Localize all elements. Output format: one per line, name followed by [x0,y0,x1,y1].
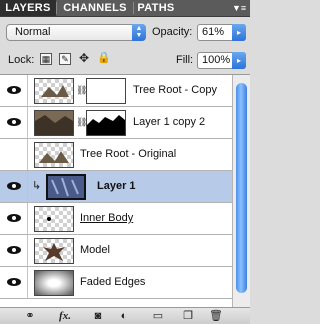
fill-dropdown-icon[interactable]: ▸ [232,52,246,69]
figure-thumbnail-icon [43,243,65,261]
clipping-arrow-icon: ↳ [32,180,42,192]
lock-transparent-pixels-icon[interactable]: ▦ [40,53,52,65]
layer-name: Inner Body [80,212,134,224]
add-mask-icon[interactable]: ◙ [90,309,106,323]
eye-icon [7,246,21,254]
lock-all-icon[interactable]: 🔒 [97,53,111,65]
opacity-field[interactable]: 61% ▸ [197,24,246,41]
texture-thumbnail-icon [48,176,84,198]
visibility-toggle[interactable] [0,203,28,234]
tree-root-thumbnail-icon [39,151,69,163]
visibility-toggle[interactable] [0,235,28,266]
layer-row[interactable]: Tree Root - Original [0,139,232,171]
layer-thumbnail [46,174,86,200]
layers-scrollbar[interactable] [232,75,250,307]
layer-name: Layer 1 [97,180,136,192]
lock-label: Lock: [8,54,35,66]
link-layers-icon[interactable]: ⚭ [22,309,38,323]
layer-mask-thumbnail[interactable] [86,78,126,104]
eye-icon [7,118,21,126]
dot-thumbnail-icon [47,217,51,221]
layers-bottom-toolbar: ⚭ fx. ◙ ◐ ▭ ❐ 🗑 [0,307,250,324]
select-arrows-icon: ▲ ▼ [132,24,146,41]
textured-thumbnail-icon [35,111,73,135]
layer-thumbnail [34,78,74,104]
visibility-toggle[interactable] [0,267,28,298]
layer-mask-thumbnail[interactable] [86,110,126,136]
tab-layers[interactable]: LAYERS [0,0,56,16]
visibility-toggle[interactable] [0,107,28,138]
opacity-dropdown-icon[interactable]: ▸ [232,24,246,41]
new-group-icon[interactable]: ▭ [150,309,166,323]
lock-image-pixels-icon[interactable]: ✎ [59,53,71,65]
eye-icon [7,214,21,222]
opacity-label: Opacity: [152,26,193,38]
lock-position-icon[interactable]: ✥ [78,52,90,65]
layer-name: Tree Root - Copy [133,84,217,96]
layer-name: Tree Root - Original [80,148,177,160]
layer-row[interactable]: Model [0,235,232,267]
visibility-toggle[interactable] [0,75,28,106]
scrollbar-thumb[interactable] [236,83,247,293]
layer-row-selected[interactable]: ↳ Layer 1 [0,171,232,203]
layer-name: Layer 1 copy 2 [133,116,206,128]
visibility-toggle[interactable] [0,171,28,202]
layers-list: ⛓ Tree Root - Copy ⛓ Layer 1 copy 2 Tree… [0,75,232,307]
layer-row[interactable]: ⛓ Tree Root - Copy [0,75,232,107]
trash-icon[interactable]: 🗑 [208,309,224,323]
layer-thumbnail [34,142,74,168]
layer-thumbnail [34,270,74,296]
blend-mode-value: Normal [15,26,51,38]
visibility-toggle[interactable] [0,139,28,170]
fill-label: Fill: [176,54,194,66]
fx-icon[interactable]: fx. [55,309,75,323]
eye-icon [7,86,21,94]
tree-root-thumbnail-icon [41,85,69,97]
layer-thumbnail [34,238,74,264]
panel-tab-bar: LAYERS CHANNELS PATHS ▼≡ [0,0,250,17]
adjustment-layer-icon[interactable]: ◐ [116,309,132,323]
layer-row[interactable]: Faded Edges [0,267,232,299]
panel-menu-icon[interactable]: ▼≡ [232,2,246,14]
fill-field[interactable]: 100% ▸ [197,52,246,69]
eye-icon [7,278,21,286]
layer-name: Model [80,244,110,256]
layer-row[interactable]: Inner Body [0,203,232,235]
opacity-value: 61% [202,26,225,38]
mask-shape-icon [87,115,125,135]
blend-mode-select[interactable]: Normal ▲ ▼ [6,24,146,41]
layer-row[interactable]: ⛓ Layer 1 copy 2 [0,107,232,139]
eye-icon [7,182,21,190]
fill-value: 100% [202,54,231,66]
layer-thumbnail [34,206,74,232]
new-layer-icon[interactable]: ❐ [180,309,196,323]
layer-name: Faded Edges [80,276,146,288]
tab-paths[interactable]: PATHS [134,0,178,16]
tab-channels[interactable]: CHANNELS [57,0,133,16]
layer-thumbnail [34,110,74,136]
